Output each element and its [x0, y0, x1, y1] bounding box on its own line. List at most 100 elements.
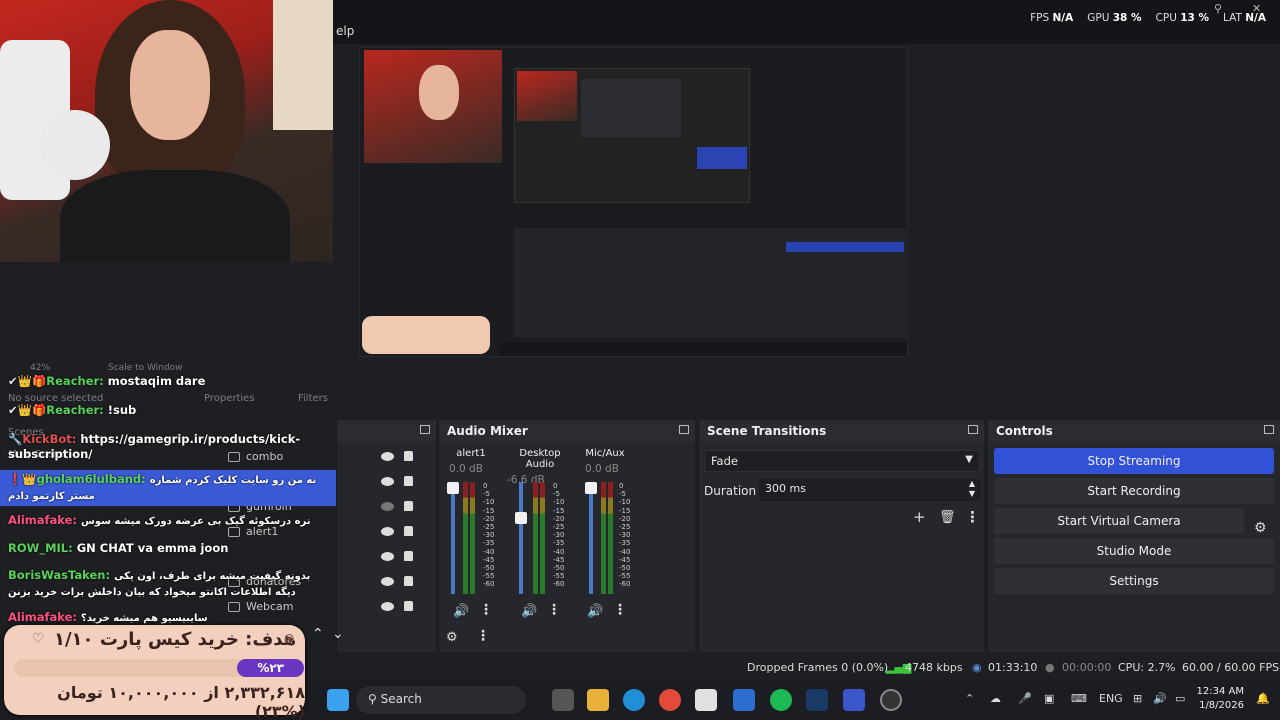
goal-amount: ۲,۳۳۲,۶۱۸ از ۱۰,۰۰۰,۰۰۰ تومان (%۲۳): [57, 683, 305, 720]
obs-icon[interactable]: [880, 689, 902, 711]
microphone-icon[interactable]: 🎤: [1018, 692, 1032, 705]
transition-menu-icon[interactable]: ⋮: [965, 508, 980, 526]
windows-start-icon[interactable]: [327, 689, 349, 711]
preview-webcam: [364, 50, 502, 163]
fps-stat: FPS N/A: [1030, 12, 1074, 24]
stream-preview[interactable]: [359, 47, 908, 357]
hidden-eye-icon[interactable]: [381, 502, 394, 511]
visibility-eye-icon[interactable]: [381, 602, 394, 611]
preview-taskbar: [500, 342, 907, 356]
preview-goal: [362, 316, 490, 354]
undock-icon[interactable]: [420, 425, 430, 434]
fader-knob[interactable]: [515, 512, 527, 524]
duration-spinner-icon[interactable]: ▲ ▼: [969, 479, 975, 499]
meter-tick-label: 0: [483, 482, 488, 490]
cloud-icon[interactable]: ☁: [990, 692, 1001, 705]
start-virtual-camera-button[interactable]: Start Virtual Camera: [994, 508, 1244, 534]
volume-fader[interactable]: [515, 482, 527, 594]
speaker-icon[interactable]: 🔊: [587, 604, 603, 619]
device-icon[interactable]: ▣: [1044, 692, 1054, 705]
help-menu[interactable]: elp: [336, 24, 354, 38]
visibility-eye-icon[interactable]: [381, 577, 394, 586]
virtual-camera-settings-gear-icon[interactable]: ⚙: [1254, 520, 1267, 536]
clock[interactable]: 12:34 AM 1/8/2026: [1197, 685, 1244, 713]
file-explorer-icon[interactable]: [587, 689, 609, 711]
lock-icon[interactable]: [404, 476, 413, 486]
visibility-eye-icon[interactable]: [381, 477, 394, 486]
lock-icon[interactable]: [404, 526, 413, 536]
duration-input[interactable]: 300 ms ▲ ▼: [759, 479, 981, 501]
trash-icon[interactable]: 🗑: [939, 510, 956, 525]
mixer-channel-alert1: alert1 0.0 dB: [441, 448, 501, 475]
goal-title: هدف: خرید کیس پارت ۱/۱۰: [54, 629, 297, 650]
undock-icon[interactable]: [968, 425, 978, 434]
chevron-up-icon[interactable]: ⌃: [965, 692, 974, 705]
visibility-eye-icon[interactable]: [381, 552, 394, 561]
chat-message: ROW_MIL: GN CHAT va emma joon: [0, 539, 336, 558]
scene-transitions-dock: Scene Transitions Fade ▼ Duration 300 ms…: [698, 420, 984, 652]
battery-icon[interactable]: ▭: [1175, 692, 1185, 705]
keyboard-icon[interactable]: ⌨: [1071, 692, 1087, 705]
network-icon[interactable]: ⊞: [1133, 692, 1142, 705]
start-recording-button[interactable]: Start Recording: [994, 478, 1274, 504]
collapse-up-icon[interactable]: ⌃: [312, 626, 324, 642]
speaker-icon[interactable]: 🔊: [521, 604, 537, 619]
channel-db: 0.0 dB: [585, 463, 619, 475]
meter-tick-label: -30: [483, 531, 495, 540]
meter-tick-label: -30: [553, 531, 565, 540]
pin-icon[interactable]: ⚲: [1214, 2, 1222, 15]
webcam-microphone: [40, 110, 110, 180]
bitrate: 4748 kbps: [905, 661, 963, 674]
undock-icon[interactable]: [1264, 425, 1274, 434]
language-indicator[interactable]: ENG: [1099, 692, 1123, 705]
mixer-menu-icon[interactable]: ⋮: [476, 628, 490, 644]
lock-icon[interactable]: [404, 551, 413, 561]
spotify-icon[interactable]: [770, 689, 792, 711]
channel-menu-icon[interactable]: ⋮: [613, 602, 627, 618]
steam-icon[interactable]: [806, 689, 828, 711]
meter-tick-label: -35: [553, 539, 565, 548]
meter-tick-label: -60: [483, 580, 495, 589]
meter-tick-label: -25: [553, 523, 565, 532]
speaker-icon[interactable]: 🔊: [453, 604, 469, 619]
lock-icon[interactable]: [404, 501, 413, 511]
visibility-eye-icon[interactable]: [381, 452, 394, 461]
meter-tick-label: -40: [483, 547, 495, 556]
goal-close-icon: ⊗: [283, 631, 295, 647]
mixer-settings-gear-icon[interactable]: ⚙: [446, 630, 458, 645]
badge-icon: ✔👑🎁: [8, 374, 47, 388]
lock-icon[interactable]: [404, 451, 413, 461]
taskbar-search[interactable]: ⚲ Search: [356, 686, 526, 714]
volume-fader[interactable]: [585, 482, 597, 594]
collapse-down-icon[interactable]: ⌄: [332, 626, 344, 642]
chrome-icon[interactable]: [659, 689, 681, 711]
clock-date: 1/8/2026: [1199, 700, 1244, 711]
app-icon[interactable]: [733, 689, 755, 711]
edge-icon[interactable]: [623, 689, 645, 711]
notification-icon[interactable]: 🔔: [1256, 692, 1270, 705]
volume-icon[interactable]: 🔊: [1153, 692, 1167, 705]
volume-fader[interactable]: [447, 482, 459, 594]
store-icon[interactable]: [695, 689, 717, 711]
meter-tick-label: -10: [553, 498, 565, 507]
channel-menu-icon[interactable]: ⋮: [547, 602, 561, 618]
visibility-eye-icon[interactable]: [381, 527, 394, 536]
lock-icon[interactable]: [404, 576, 413, 586]
stop-streaming-button[interactable]: Stop Streaming: [994, 448, 1274, 474]
chat-text: GN CHAT va emma joon: [76, 541, 229, 555]
add-transition-icon[interactable]: +: [913, 508, 926, 526]
lock-icon[interactable]: [404, 601, 413, 611]
studio-mode-button[interactable]: Studio Mode: [994, 538, 1274, 564]
channel-menu-icon[interactable]: ⋮: [479, 602, 493, 618]
transition-select[interactable]: Fade ▼: [704, 450, 980, 472]
fader-knob[interactable]: [447, 482, 459, 494]
undock-icon[interactable]: [679, 425, 689, 434]
chart-app-icon[interactable]: [843, 689, 865, 711]
chat-text: سایبیسیو هم میشه خرید؟: [81, 613, 208, 624]
settings-button[interactable]: Settings: [994, 568, 1274, 594]
fader-knob[interactable]: [585, 482, 597, 494]
meter-tick-label: -15: [483, 506, 495, 515]
task-view-icon[interactable]: [552, 689, 574, 711]
chat-overlay: ✔👑🎁Reacher: mostaqim dare ✔👑🎁Reacher: !sub…: [0, 372, 336, 628]
close-icon[interactable]: ✕: [1252, 2, 1261, 15]
